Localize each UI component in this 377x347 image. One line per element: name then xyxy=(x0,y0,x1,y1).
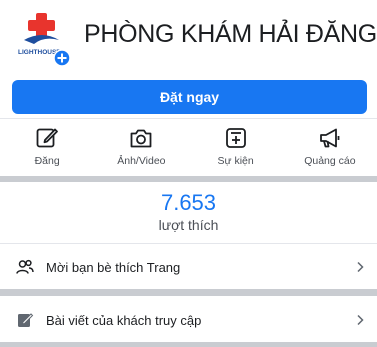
page-title: PHÒNG KHÁM HẢI ĐĂNG xyxy=(84,20,377,48)
edit-icon xyxy=(36,128,59,148)
invite-friends-row[interactable]: Mời bạn bè thích Trang xyxy=(0,245,377,289)
calendar-plus-icon xyxy=(225,128,246,148)
post-action-button[interactable]: Đăng xyxy=(0,119,94,176)
section-divider xyxy=(0,342,377,347)
event-action-label: Sự kiện xyxy=(217,155,254,167)
page-header: LIGHTHOUSE PHÒNG KHÁM HẢI ĐĂNG xyxy=(0,0,377,78)
action-bar: Đăng Ảnh/Video Sự kiện Quảng cáo xyxy=(0,118,377,176)
visitor-posts-label: Bài viết của khách truy cập xyxy=(46,312,202,328)
chevron-right-icon xyxy=(357,314,364,326)
row-divider xyxy=(0,243,377,244)
likes-label: lượt thích xyxy=(158,217,219,233)
visitor-posts-row[interactable]: Bài viết của khách truy cập xyxy=(0,298,377,342)
chevron-right-icon xyxy=(357,261,364,273)
ad-action-label: Quảng cáo xyxy=(304,155,356,167)
ad-action-button[interactable]: Quảng cáo xyxy=(283,119,377,176)
invite-friends-label: Mời bạn bè thích Trang xyxy=(46,259,181,275)
likes-count[interactable]: 7.653 xyxy=(0,190,377,216)
section-divider xyxy=(0,289,377,296)
photo-video-action-button[interactable]: Ảnh/Video xyxy=(94,119,188,176)
event-action-button[interactable]: Sự kiện xyxy=(189,119,283,176)
megaphone-icon xyxy=(319,128,340,148)
clinic-logo[interactable]: LIGHTHOUSE xyxy=(14,10,72,68)
likes-summary: 7.653 lượt thích xyxy=(0,182,377,242)
photo-video-action-label: Ảnh/Video xyxy=(117,155,166,167)
post-action-label: Đăng xyxy=(34,155,60,167)
camera-icon xyxy=(130,129,152,148)
invite-friends-icon xyxy=(16,259,34,274)
book-now-button[interactable]: Đặt ngay xyxy=(12,80,367,114)
visitor-post-icon xyxy=(18,313,34,327)
